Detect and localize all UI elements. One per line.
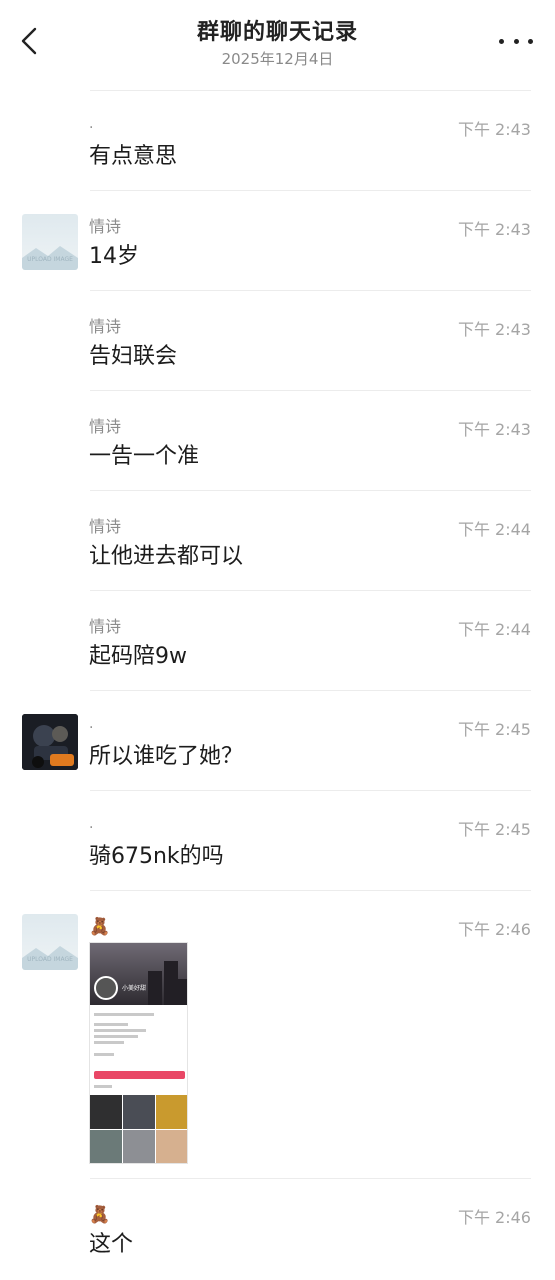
mountain-placeholder-icon [22,946,78,970]
message-time: 下午 2:43 [457,420,531,439]
message-time: 下午 2:44 [457,520,531,539]
sender-name: 情诗 [89,317,122,336]
teddy-bear-icon: 🧸 [89,1205,111,1225]
sender-name: . [89,116,94,132]
avatar[interactable]: UPLOAD IMAGE [22,214,78,270]
avatar[interactable] [22,714,78,770]
message-time: 下午 2:43 [457,120,531,139]
message-item[interactable]: . 下午 2:45 骑675nk的吗 [0,790,555,890]
header-bar: 群聊的聊天记录 2025年12月4日 [0,0,555,86]
message-text[interactable]: 起码陪9w [89,642,187,672]
message-item[interactable]: 情诗 下午 2:44 起码陪9w [0,590,555,690]
teddy-bear-icon: 🧸 [89,917,111,937]
avatar-caption: UPLOAD IMAGE [27,956,73,963]
profile-screenshot-image[interactable]: 小美好甜 [89,942,188,1164]
mountain-placeholder-icon [22,246,78,270]
message-time: 下午 2:45 [457,820,531,839]
message-time: 下午 2:46 [457,1208,531,1227]
message-item[interactable]: 情诗 下午 2:43 告妇联会 [0,290,555,390]
message-text[interactable]: 这个 [89,1230,133,1260]
message-time: 下午 2:43 [457,320,531,339]
sender-name: 情诗 [89,517,122,536]
message-item[interactable]: 情诗 下午 2:43 一告一个准 [0,390,555,490]
chat-date: 2025年12月4日 [221,50,334,68]
message-text[interactable]: 有点意思 [89,142,177,172]
profile-name: 小美好甜 [122,985,147,992]
avatar-caption: UPLOAD IMAGE [27,256,73,263]
message-item[interactable]: UPLOAD IMAGE 情诗 下午 2:43 14岁 [0,190,555,290]
message-item[interactable]: 情诗 下午 2:44 让他进去都可以 [0,490,555,590]
message-time: 下午 2:45 [457,720,531,739]
message-item[interactable]: . 下午 2:43 有点意思 [0,90,555,190]
message-item[interactable]: . 下午 2:45 所以谁吃了她？ [0,690,555,790]
message-text[interactable]: 一告一个准 [89,442,199,472]
message-text[interactable]: 告妇联会 [89,342,177,372]
page-title: 群聊的聊天记录 [196,20,358,45]
message-time: 下午 2:44 [457,620,531,639]
post-grid [90,1095,187,1163]
more-dots-icon [499,38,504,44]
message-text[interactable]: 让他进去都可以 [89,542,243,572]
profile-avatar [94,976,118,1000]
message-text[interactable]: 所以谁吃了她？ [89,742,243,772]
message-item[interactable]: 🧸 下午 2:46 这个 [0,1178,555,1278]
more-button[interactable] [499,28,533,54]
sender-name: . [89,716,94,732]
motorcycle-rider-icon [22,714,78,770]
sender-name: 情诗 [89,617,122,636]
message-text[interactable]: 14岁 [89,242,139,272]
message-time: 下午 2:43 [457,220,531,239]
sender-name: . [89,816,94,832]
message-item[interactable]: UPLOAD IMAGE 🧸 下午 2:46 小美好甜 [0,890,555,1178]
avatar[interactable]: UPLOAD IMAGE [22,914,78,970]
message-list[interactable]: . 下午 2:43 有点意思 UPLOAD IMAGE 情诗 下午 2:43 1… [0,90,555,1278]
sender-name: 情诗 [89,217,122,236]
sender-name: 情诗 [89,417,122,436]
follow-button-thumb [94,1071,185,1079]
message-time: 下午 2:46 [457,920,531,939]
message-text[interactable]: 骑675nk的吗 [89,842,224,872]
